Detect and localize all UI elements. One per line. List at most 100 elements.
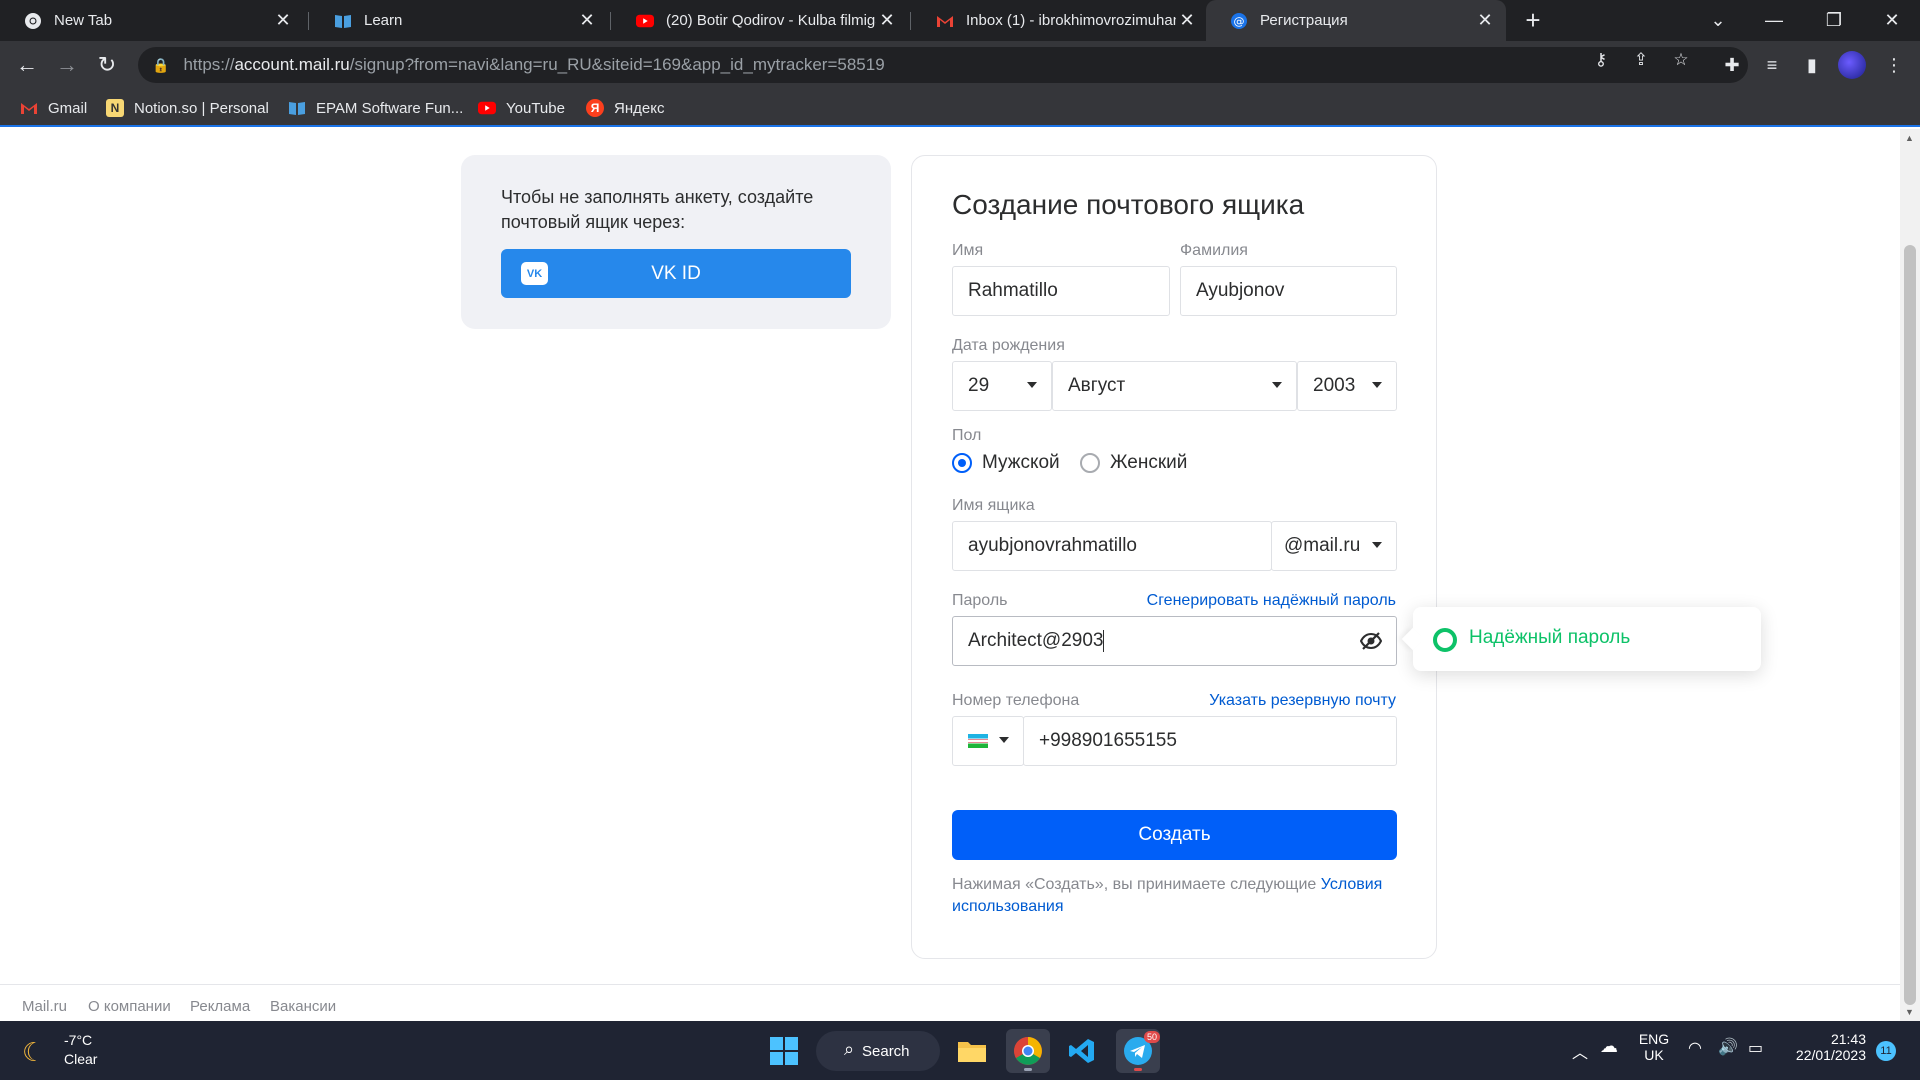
tab-learn[interactable]: Learn ✕ [310, 0, 608, 41]
vscode-taskbar-button[interactable] [1060, 1029, 1104, 1073]
tab-gmail-inbox[interactable]: Inbox (1) - ibrokhimovrozimuhamm ✕ [912, 0, 1208, 41]
last-name-input[interactable]: Ayubjonov [1180, 266, 1397, 316]
close-tab-icon[interactable]: ✕ [1176, 10, 1198, 31]
notification-count-badge[interactable]: 11 [1876, 1041, 1896, 1061]
youtube-icon [478, 99, 496, 117]
yandex-icon: Я [586, 99, 604, 117]
scroll-up-arrow-icon[interactable]: ▲ [1905, 133, 1914, 143]
tab-youtube[interactable]: (20) Botir Qodirov - Kulba filmiga ✕ [612, 0, 908, 41]
last-name-label: Фамилия [1180, 242, 1248, 259]
page-footer: Mail.ru О компании Реклама Вакансии [0, 984, 1900, 1021]
password-input[interactable]: Architect@2903 [952, 616, 1397, 666]
show-hidden-icons-chevron-icon[interactable]: ︿ [1572, 1039, 1588, 1063]
key-icon[interactable]: ⚷ [1590, 49, 1612, 71]
close-tab-icon[interactable]: ✕ [1474, 10, 1496, 31]
bookmark-label: YouTube [506, 99, 565, 117]
bookmark-notion[interactable]: N Notion.so | Personal [106, 96, 269, 120]
menu-kebab-icon[interactable]: ⋮ [1880, 51, 1908, 79]
tab-divider [910, 12, 911, 30]
close-tab-icon[interactable]: ✕ [876, 10, 898, 31]
first-name-input[interactable]: Rahmatillo [952, 266, 1170, 316]
browser-toolbar: ← → ↻ 🔒 https://account.mail.ru/signup?f… [0, 41, 1920, 89]
restore-button[interactable]: ❐ [1806, 0, 1862, 41]
backup-email-link[interactable]: Указать резервную почту [1209, 692, 1396, 710]
reload-button[interactable]: ↻ [91, 49, 123, 81]
bookmark-star-icon[interactable]: ☆ [1670, 49, 1692, 71]
mail-domain-select[interactable]: @mail.ru [1271, 521, 1397, 571]
weather-widget[interactable]: ☾ -7°C Clear [22, 1031, 132, 1071]
extensions-icon[interactable]: ✚ [1718, 51, 1746, 79]
footer-link-mailru[interactable]: Mail.ru [22, 998, 67, 1015]
phone-label: Номер телефона [952, 692, 1080, 709]
generate-password-link[interactable]: Сгенерировать надёжный пароль [1147, 592, 1396, 610]
bookmark-epam[interactable]: EPAM Software Fun... [288, 96, 463, 120]
footer-link-jobs[interactable]: Вакансии [270, 998, 336, 1015]
footer-link-company[interactable]: О компании [88, 998, 171, 1015]
chrome-taskbar-button[interactable] [1006, 1029, 1050, 1073]
battery-icon[interactable]: ▭ [1748, 1038, 1763, 1058]
media-queue-icon[interactable]: ≡ [1758, 51, 1786, 79]
input-language-indicator[interactable]: ENG UK [1638, 1031, 1670, 1063]
birth-year-select[interactable]: 2003 [1297, 361, 1397, 411]
chevron-down-icon [1372, 542, 1382, 548]
bookmark-youtube[interactable]: YouTube [478, 96, 565, 120]
tab-title: Inbox (1) - ibrokhimovrozimuhamm [966, 12, 1176, 29]
folder-icon [958, 1042, 986, 1062]
page-scrollbar[interactable]: ▲ ▼ [1900, 129, 1920, 1021]
back-button[interactable]: ← [11, 49, 43, 81]
close-tab-icon[interactable]: ✕ [576, 10, 598, 31]
moon-icon: ☾ [22, 1037, 46, 1067]
create-button[interactable]: Создать [952, 810, 1397, 860]
forward-button[interactable]: → [51, 49, 83, 81]
chevron-down-icon [1372, 382, 1382, 388]
new-tab-button[interactable]: + [1518, 6, 1548, 36]
vk-id-button[interactable]: VK VK ID [501, 249, 851, 298]
file-explorer-button[interactable] [950, 1029, 994, 1073]
share-icon[interactable]: ⇪ [1630, 49, 1652, 71]
close-tab-icon[interactable]: ✕ [272, 10, 294, 31]
taskbar-search[interactable]: ⌕ Search [816, 1031, 940, 1071]
gender-male-radio[interactable] [952, 453, 972, 473]
side-panel-icon[interactable]: ▮ [1798, 51, 1826, 79]
phone-input[interactable]: +998901655155 [1023, 716, 1397, 766]
birth-month-select[interactable]: Август [1052, 361, 1297, 411]
country-code-select[interactable] [952, 716, 1024, 766]
wifi-icon[interactable]: ◠ [1688, 1038, 1702, 1058]
mailbox-input[interactable]: ayubjonovrahmatillo [952, 521, 1272, 571]
footer-link-ads[interactable]: Реклама [190, 998, 250, 1015]
tab-title: Регистрация [1260, 12, 1348, 29]
start-button[interactable] [762, 1029, 806, 1073]
profile-avatar[interactable] [1838, 51, 1866, 79]
system-clock[interactable]: 21:43 22/01/2023 [1788, 1031, 1866, 1063]
chevron-down-icon [999, 737, 1009, 743]
gender-male-label[interactable]: Мужской [982, 452, 1060, 474]
vk-signup-card: Чтобы не заполнять анкету, создайте почт… [461, 155, 891, 329]
running-indicator [1024, 1068, 1032, 1071]
gender-female-radio[interactable] [1080, 453, 1100, 473]
onedrive-cloud-icon[interactable]: ☁ [1600, 1036, 1618, 1057]
address-bar[interactable]: 🔒 https://account.mail.ru/signup?from=na… [138, 47, 1748, 83]
telegram-taskbar-button[interactable]: 50 [1116, 1029, 1160, 1073]
bookmark-yandex[interactable]: Я Яндекс [586, 96, 664, 120]
scrollbar-thumb[interactable] [1904, 245, 1916, 1005]
bookmark-label: Gmail [48, 99, 88, 117]
tab-registration[interactable]: @ Регистрация ✕ [1206, 0, 1506, 41]
scroll-down-arrow-icon[interactable]: ▼ [1905, 1007, 1914, 1017]
tab-new-tab[interactable]: New Tab ✕ [0, 0, 304, 41]
tab-divider [308, 12, 309, 30]
signup-form: Создание почтового ящика Имя Rahmatillo … [911, 155, 1437, 959]
bookmark-gmail[interactable]: Gmail [20, 96, 87, 120]
password-strength-tooltip: Надёжный пароль [1413, 607, 1761, 671]
bookmark-label: Яндекс [614, 99, 665, 117]
chevron-down-icon [1272, 382, 1282, 388]
tab-title: Learn [364, 12, 403, 29]
volume-icon[interactable]: 🔊 [1718, 1037, 1738, 1057]
tab-search-chevron-icon[interactable]: ⌄ [1690, 0, 1746, 41]
uzbekistan-flag-icon [968, 734, 988, 748]
birth-day-select[interactable]: 29 [952, 361, 1052, 411]
gender-female-label[interactable]: Женский [1110, 452, 1187, 474]
signup-page: Чтобы не заполнять анкету, создайте почт… [0, 129, 1900, 1021]
minimize-button[interactable]: — [1746, 0, 1802, 41]
eye-slash-icon[interactable] [1359, 631, 1383, 657]
close-window-button[interactable]: ✕ [1864, 0, 1920, 41]
